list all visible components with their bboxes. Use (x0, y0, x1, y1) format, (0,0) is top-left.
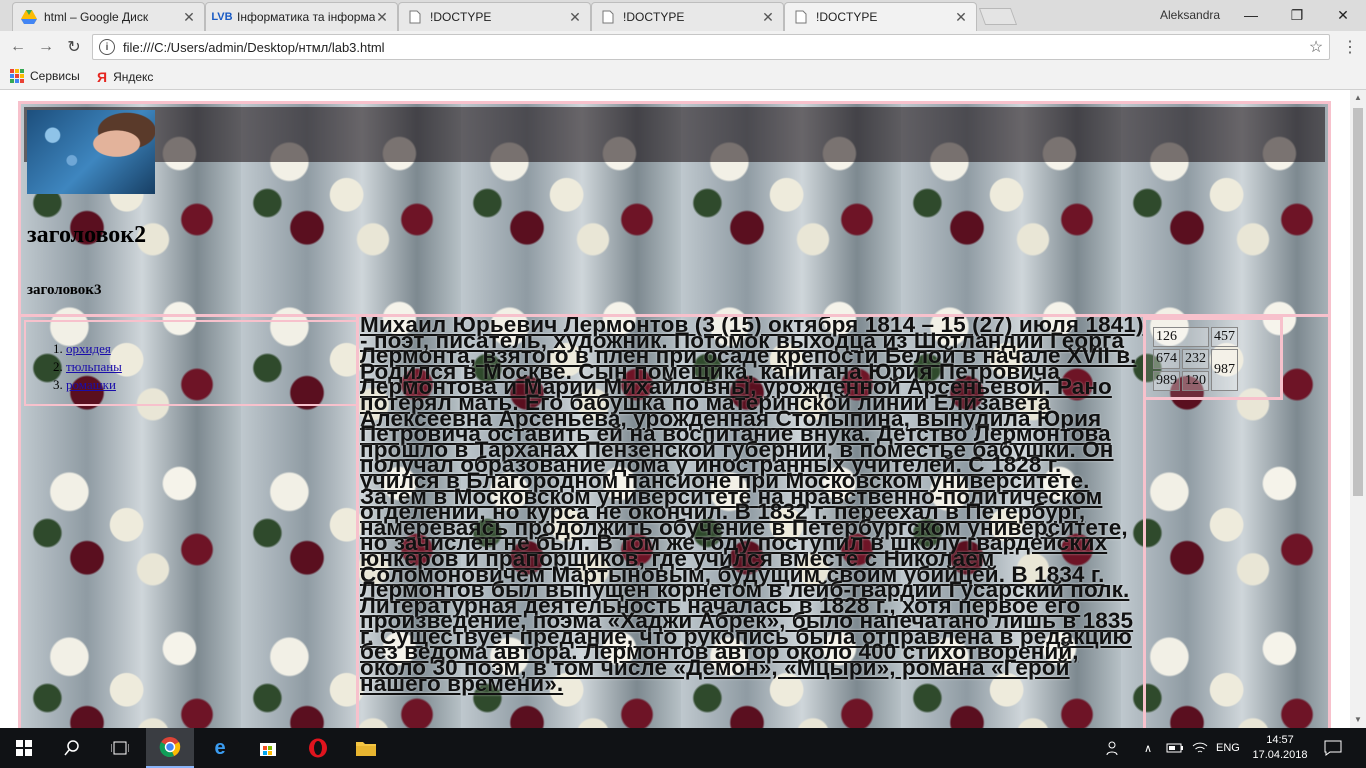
list-item: орхидея (66, 340, 356, 358)
table-row: 674 232 987 (1153, 349, 1238, 391)
tab-title: !DOCTYPE (816, 10, 878, 24)
search-icon[interactable] (48, 728, 96, 768)
restore-button[interactable]: ❐ (1274, 0, 1320, 30)
back-arrow-icon[interactable]: ← (6, 35, 30, 59)
flower-nav: орхидея тюльпаны ромашки (24, 320, 358, 406)
scroll-up-icon[interactable]: ▲ (1350, 90, 1366, 106)
close-icon[interactable]: ✕ (954, 9, 968, 26)
heading-2: заголовок2 (27, 222, 147, 248)
url-text: file:///C:/Users/admin/Desktop/нтмл/lab3… (123, 39, 385, 55)
scrollbar-thumb[interactable] (1353, 108, 1363, 496)
header-band (24, 107, 1325, 162)
table-cell: 989 (1153, 371, 1180, 391)
clock-time: 14:57 (1266, 734, 1294, 746)
notifications-icon[interactable] (1324, 728, 1342, 768)
link-orchid[interactable]: орхидея (66, 341, 111, 356)
article-text: Михаил Юрьевич Лермонтов (3 (15) октября… (360, 317, 1144, 696)
address-bar[interactable]: i file:///C:/Users/admin/Desktop/нтмл/la… (92, 34, 1330, 60)
portrait-image (27, 110, 155, 194)
article-section: Михаил Юрьевич Лермонтов (3 (15) октября… (356, 317, 1146, 728)
reload-icon[interactable]: ↻ (62, 35, 86, 59)
tab-doctype-active[interactable]: !DOCTYPE ✕ (784, 2, 977, 31)
tab-doctype-1[interactable]: !DOCTYPE ✕ (398, 2, 591, 31)
table-row: 126 457 (1153, 327, 1238, 347)
tab-title: html – Google Диск (44, 10, 149, 24)
tab-title: !DOCTYPE (623, 10, 685, 24)
tab-google-drive[interactable]: html – Google Диск ✕ (12, 2, 205, 31)
profile-name[interactable]: Aleksandra (1160, 8, 1220, 22)
minimize-button[interactable]: — (1228, 0, 1274, 30)
language-indicator[interactable]: ENG (1216, 728, 1240, 768)
battery-icon[interactable] (1166, 728, 1184, 768)
document-icon (793, 9, 809, 25)
file-explorer-icon[interactable] (342, 728, 390, 768)
tab-title: Інформатика та інформат (237, 10, 375, 24)
opera-icon[interactable] (294, 728, 342, 768)
table-cell: 120 (1182, 371, 1209, 391)
windows-taskbar: e ∧ ENG 14:57 17.04.2018 (0, 728, 1366, 768)
menu-dots-icon[interactable]: ⋮ (1340, 37, 1360, 57)
flower-list: орхидея тюльпаны ромашки (66, 340, 356, 394)
list-item: ромашки (66, 376, 356, 394)
close-icon[interactable]: ✕ (182, 9, 196, 26)
table-cell: 674 (1153, 349, 1180, 369)
close-icon[interactable]: ✕ (568, 9, 582, 26)
list-item: тюльпаны (66, 358, 356, 376)
people-icon[interactable] (1106, 728, 1122, 768)
close-icon[interactable]: ✕ (375, 9, 389, 26)
browser-toolbar: ← → ↻ i file:///C:/Users/admin/Desktop/н… (0, 31, 1366, 63)
wifi-icon[interactable] (1192, 728, 1208, 768)
tab-strip: html – Google Диск ✕ LVB Інформатика та … (0, 0, 1366, 31)
chevron-up-icon[interactable]: ∧ (1144, 728, 1152, 768)
task-view-icon[interactable] (96, 728, 144, 768)
forward-arrow-icon[interactable]: → (34, 35, 58, 59)
tab-doctype-2[interactable]: !DOCTYPE ✕ (591, 2, 784, 31)
new-tab-button[interactable] (978, 8, 1018, 25)
table-cell: 457 (1211, 327, 1238, 347)
yandex-icon: Я (97, 69, 108, 85)
page-viewport: заголовок2 заголовок3 орхидея тюльпаны р… (0, 90, 1350, 728)
link-daisies[interactable]: ромашки (66, 377, 116, 392)
star-icon[interactable]: ☆ (1303, 37, 1329, 57)
google-drive-icon (21, 9, 37, 25)
table-cell: 232 (1182, 349, 1209, 369)
document-icon (407, 9, 423, 25)
windows-start-icon[interactable] (0, 728, 48, 768)
scroll-down-icon[interactable]: ▼ (1350, 712, 1366, 728)
system-clock[interactable]: 14:57 17.04.2018 (1250, 733, 1310, 763)
page-container: заголовок2 заголовок3 орхидея тюльпаны р… (18, 101, 1331, 728)
apps-icon (10, 69, 24, 83)
clock-date: 17.04.2018 (1252, 749, 1308, 761)
tab-informatika[interactable]: LVB Інформатика та інформат ✕ (205, 2, 398, 31)
bookmark-label: Яндекс (113, 70, 154, 84)
numbers-table: 126 457 674 232 987 989 120 (1151, 325, 1240, 393)
link-tulips[interactable]: тюльпаны (66, 359, 122, 374)
edge-icon[interactable]: e (196, 728, 244, 768)
numbers-table-box: 126 457 674 232 987 989 120 (1143, 317, 1283, 400)
table-cell: 987 (1211, 349, 1238, 391)
bookmarks-bar: Сервисы Я Яндекс (0, 63, 1366, 90)
page-header: заголовок2 заголовок3 (24, 107, 1325, 317)
bookmark-label: Сервисы (30, 69, 80, 83)
lvb-icon: LVB (211, 11, 233, 23)
bookmark-yandex[interactable]: Я Яндекс (97, 69, 153, 85)
heading-3: заголовок3 (27, 282, 102, 298)
document-icon (600, 9, 616, 25)
chrome-icon[interactable] (146, 728, 194, 768)
bookmark-services[interactable]: Сервисы (10, 69, 80, 83)
table-cell: 126 (1153, 327, 1209, 347)
tab-title: !DOCTYPE (430, 10, 492, 24)
page-scrollbar[interactable]: ▲ ▼ (1350, 90, 1366, 728)
close-icon[interactable]: ✕ (761, 9, 775, 26)
store-icon[interactable] (244, 728, 292, 768)
info-icon[interactable]: i (99, 39, 115, 55)
close-window-button[interactable]: ✕ (1320, 0, 1366, 30)
